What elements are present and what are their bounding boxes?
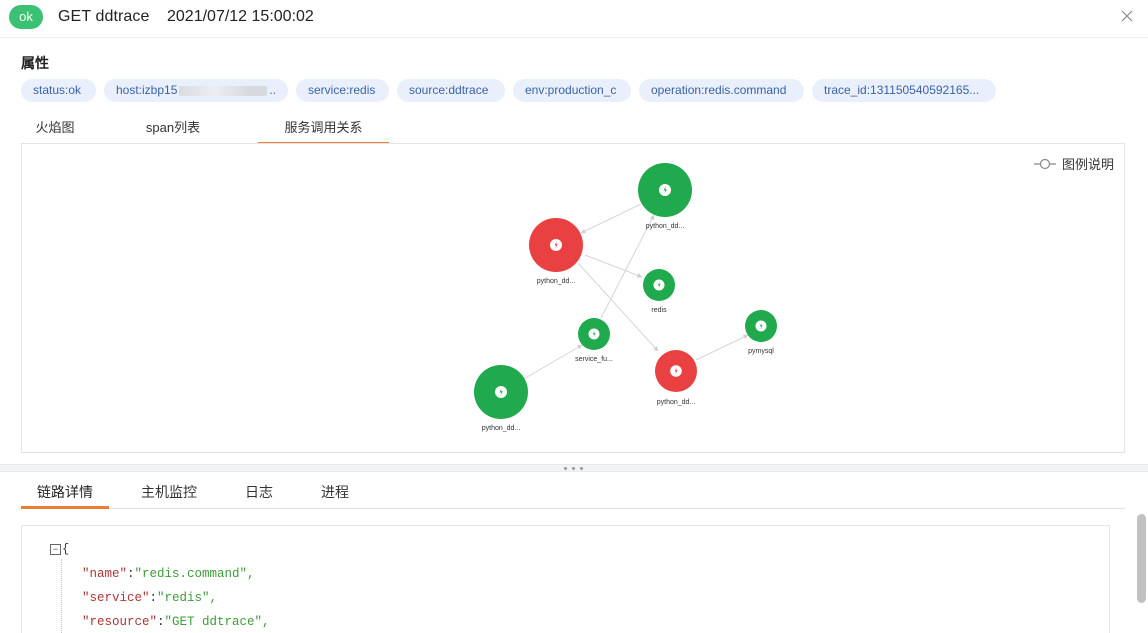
tag-source[interactable]: source:ddtrace	[397, 79, 505, 102]
edge-n1-n2	[580, 203, 642, 234]
drag-handle-icon	[562, 467, 586, 471]
graph-node-n2[interactable]: python_dd...	[529, 218, 583, 285]
indent-guide	[61, 559, 62, 633]
tag-env[interactable]: env:production_c	[513, 79, 631, 102]
node-label: redis	[651, 307, 667, 314]
json-viewer: − { "name":"redis.command", "service":"r…	[21, 525, 1110, 633]
tag-trace-id[interactable]: trace_id:131150540592165...	[812, 79, 996, 102]
tab-host-monitor[interactable]: 主机监控	[133, 480, 205, 509]
node-label: pymysql	[748, 348, 774, 355]
node-label: python_dd...	[657, 399, 696, 406]
tab-logs[interactable]: 日志	[237, 480, 281, 509]
panel-splitter[interactable]	[0, 464, 1148, 472]
tag-service[interactable]: service:redis	[296, 79, 389, 102]
vertical-scrollbar[interactable]	[1137, 514, 1146, 603]
json-open-brace: {	[62, 542, 70, 556]
graph-node-n7[interactable]: python_dd...	[474, 365, 528, 432]
node-label: service_fu...	[575, 356, 613, 363]
tag-operation[interactable]: operation:redis.command	[639, 79, 804, 102]
tab-flame-graph[interactable]: 火焰图	[21, 116, 89, 144]
detail-tabs: 链路详情 主机监控 日志 进程	[21, 480, 1125, 509]
graph-node-n1[interactable]: python_dd...	[638, 163, 692, 230]
trace-title: GET ddtrace	[58, 8, 150, 25]
tag-host[interactable]: host:izbp15..	[104, 79, 288, 102]
json-line: "service":"redis",	[82, 591, 218, 605]
tab-trace-detail[interactable]: 链路详情	[21, 480, 109, 509]
status-badge: ok	[9, 5, 43, 29]
edge-n6-n5	[695, 334, 749, 361]
close-icon[interactable]	[1120, 9, 1134, 23]
edge-n4-n1	[600, 214, 655, 319]
masked-redaction	[179, 85, 268, 96]
tag-status[interactable]: status:ok	[21, 79, 96, 102]
tab-service-relationship[interactable]: 服务调用关系	[258, 116, 389, 144]
node-label: python_dd...	[537, 278, 576, 285]
graph-node-n5[interactable]: pymysql	[745, 310, 777, 355]
detail-header: ok GET ddtrace 2021/07/12 15:00:02	[0, 0, 1148, 38]
json-line: "resource":"GET ddtrace",	[82, 615, 270, 629]
tab-processes[interactable]: 进程	[313, 480, 357, 509]
trace-timestamp: 2021/07/12 15:00:02	[167, 8, 314, 25]
edge-n2-n3	[584, 254, 643, 278]
view-tabs: 火焰图 span列表 服务调用关系	[21, 116, 1125, 144]
graph-node-n6[interactable]: python_dd...	[655, 350, 697, 406]
service-graph: python_dd... python_dd... redis service_…	[474, 163, 777, 432]
attributes-title: 属性	[21, 55, 49, 71]
edge-n7-n4	[521, 344, 583, 381]
collapse-icon[interactable]: −	[50, 544, 61, 555]
json-line: "name":"redis.command",	[82, 567, 255, 581]
graph-node-n4[interactable]: service_fu...	[575, 318, 613, 363]
node-label: python_dd...	[646, 223, 685, 230]
node-label: python_dd...	[482, 425, 521, 432]
service-graph-panel: 图例说明 python_dd... python_dd... redis ser…	[21, 143, 1125, 453]
tab-span-list[interactable]: span列表	[133, 116, 213, 144]
graph-node-n3[interactable]: redis	[643, 269, 675, 314]
